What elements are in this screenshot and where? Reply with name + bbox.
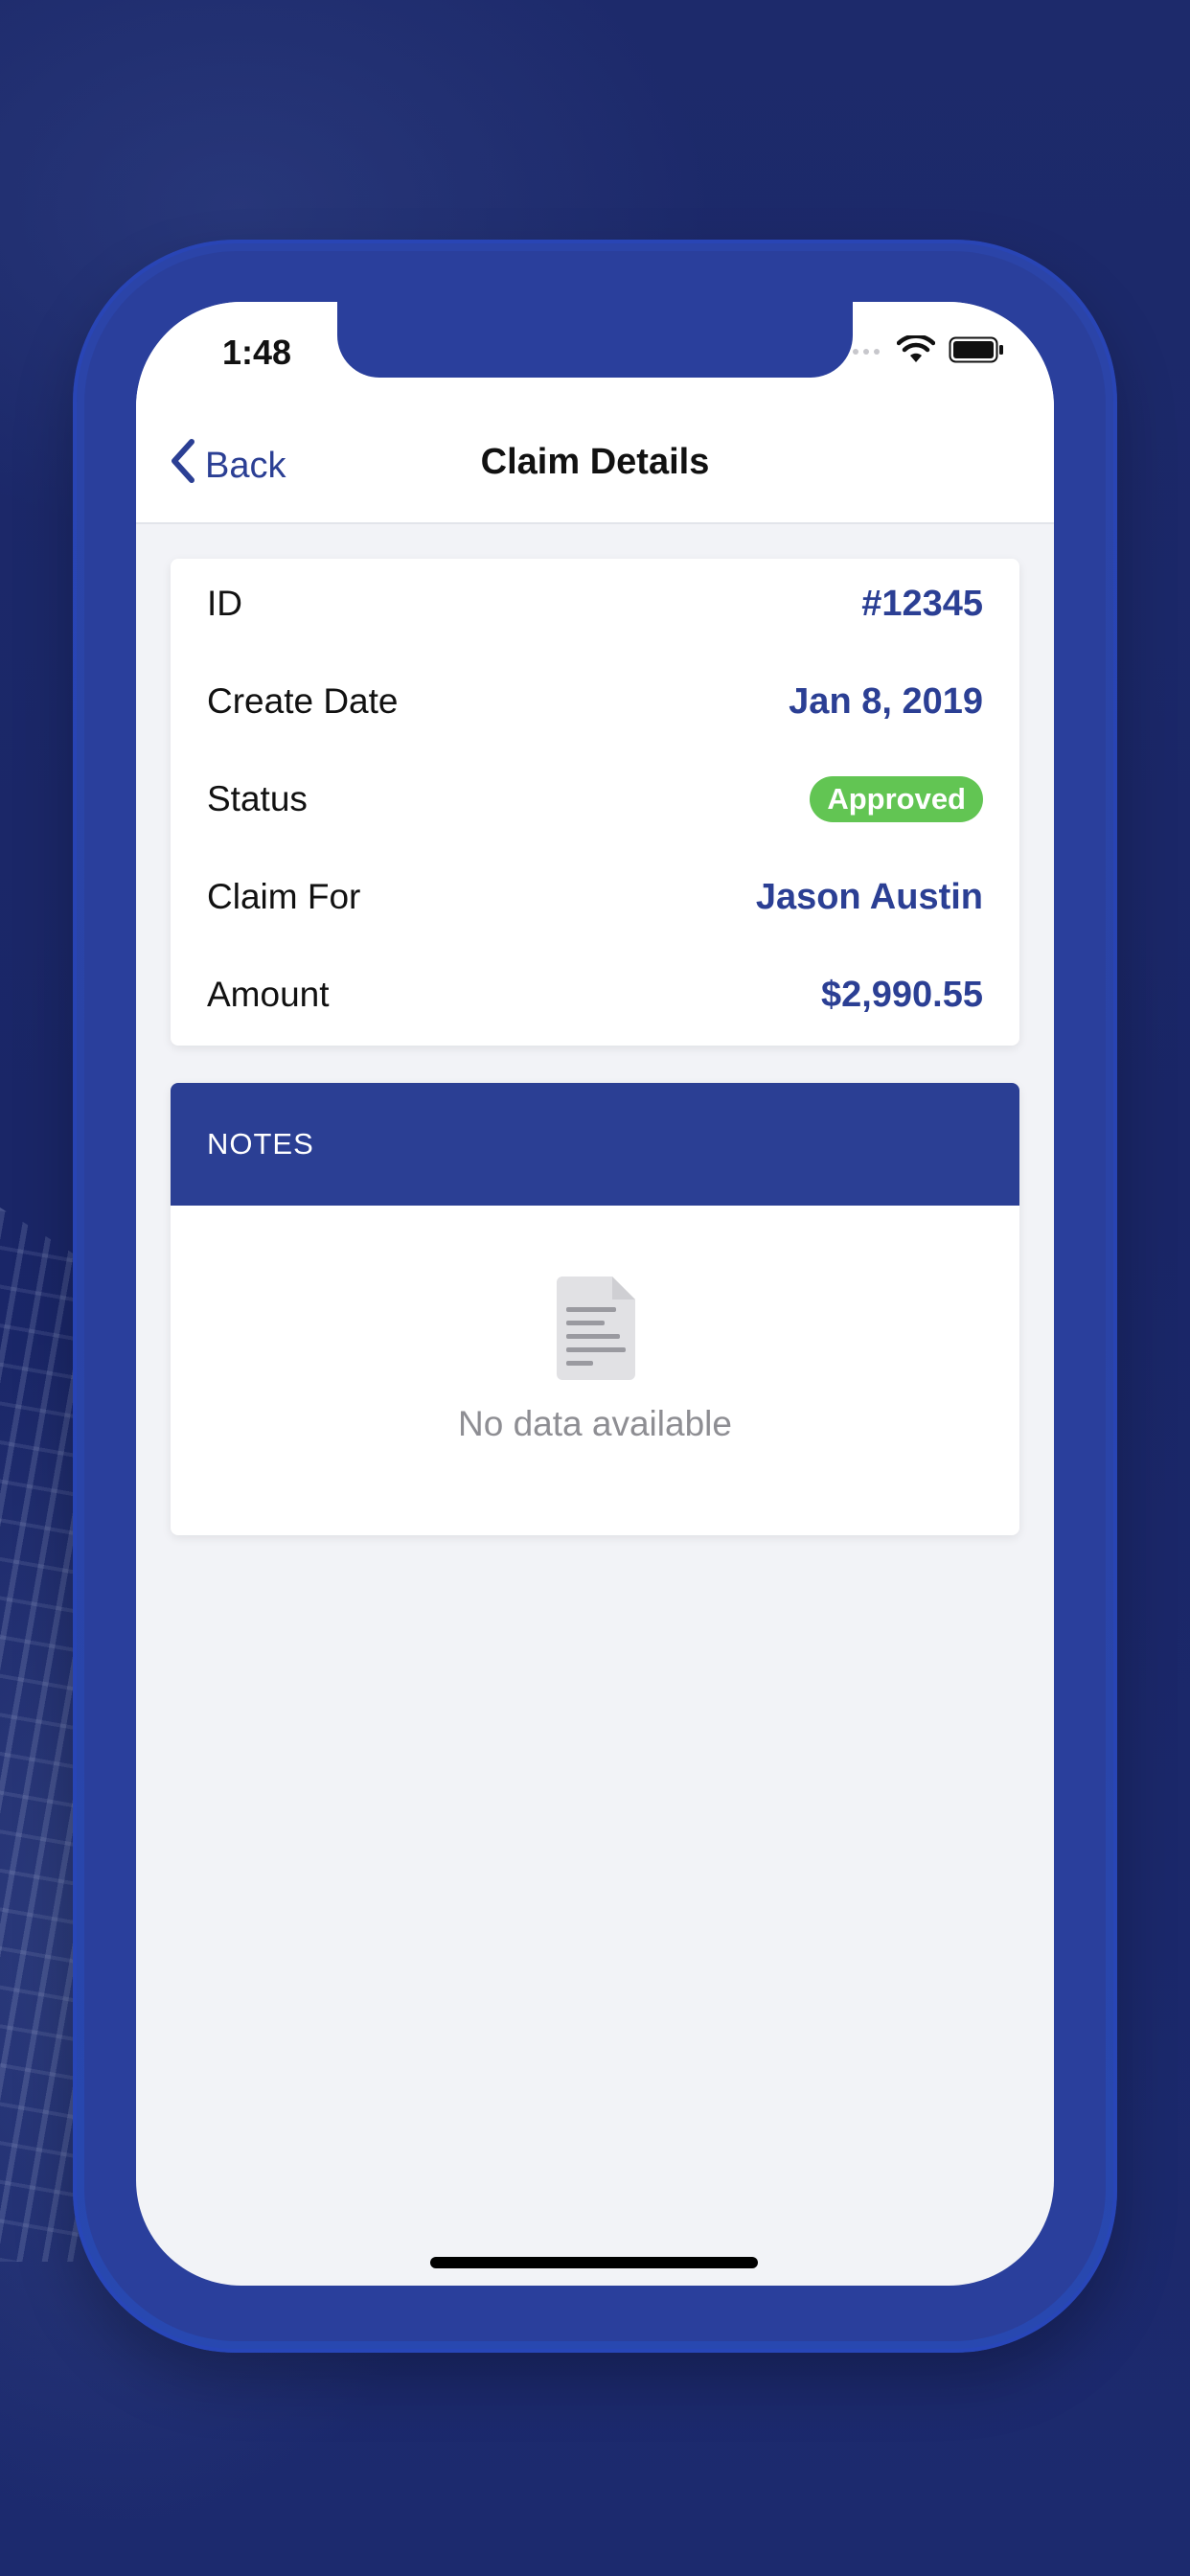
detail-row-status: Status Approved bbox=[207, 770, 983, 828]
detail-label: ID bbox=[207, 584, 242, 623]
wifi-icon bbox=[896, 334, 936, 369]
detail-row-amount: Amount $2,990.55 bbox=[207, 966, 983, 1024]
status-badge: Approved bbox=[810, 776, 983, 822]
detail-label: Amount bbox=[207, 975, 330, 1014]
empty-state: No data available bbox=[171, 1275, 1019, 1444]
detail-label: Claim For bbox=[207, 877, 361, 916]
navigation-bar: Back Claim Details bbox=[136, 407, 1054, 524]
document-icon bbox=[553, 1276, 637, 1386]
amount-value: $2,990.55 bbox=[820, 974, 983, 1015]
app-screen: 1:48 Back Claim Details ID #12345 Create… bbox=[136, 302, 1054, 2286]
empty-state-text: No data available bbox=[458, 1404, 732, 1443]
battery-icon bbox=[949, 336, 1004, 368]
claim-for-value: Jason Austin bbox=[755, 876, 983, 917]
detail-row-claim-for: Claim For Jason Austin bbox=[207, 868, 983, 926]
phone-notch bbox=[337, 302, 853, 378]
claim-id-value: #12345 bbox=[861, 583, 983, 624]
page-title: Claim Details bbox=[480, 442, 710, 482]
status-icons bbox=[841, 334, 1004, 369]
detail-label: Status bbox=[207, 779, 308, 818]
notes-header: NOTES bbox=[171, 1083, 1019, 1206]
status-time: 1:48 bbox=[222, 333, 292, 372]
claim-details-card: ID #12345 Create Date Jan 8, 2019 Status… bbox=[171, 559, 1019, 1046]
detail-row-create-date: Create Date Jan 8, 2019 bbox=[207, 673, 983, 730]
detail-row-id: ID #12345 bbox=[207, 575, 983, 632]
create-date-value: Jan 8, 2019 bbox=[789, 680, 983, 722]
home-indicator[interactable] bbox=[430, 2257, 758, 2268]
detail-label: Create Date bbox=[207, 681, 399, 721]
notes-card: NOTES No data available bbox=[171, 1083, 1019, 1535]
